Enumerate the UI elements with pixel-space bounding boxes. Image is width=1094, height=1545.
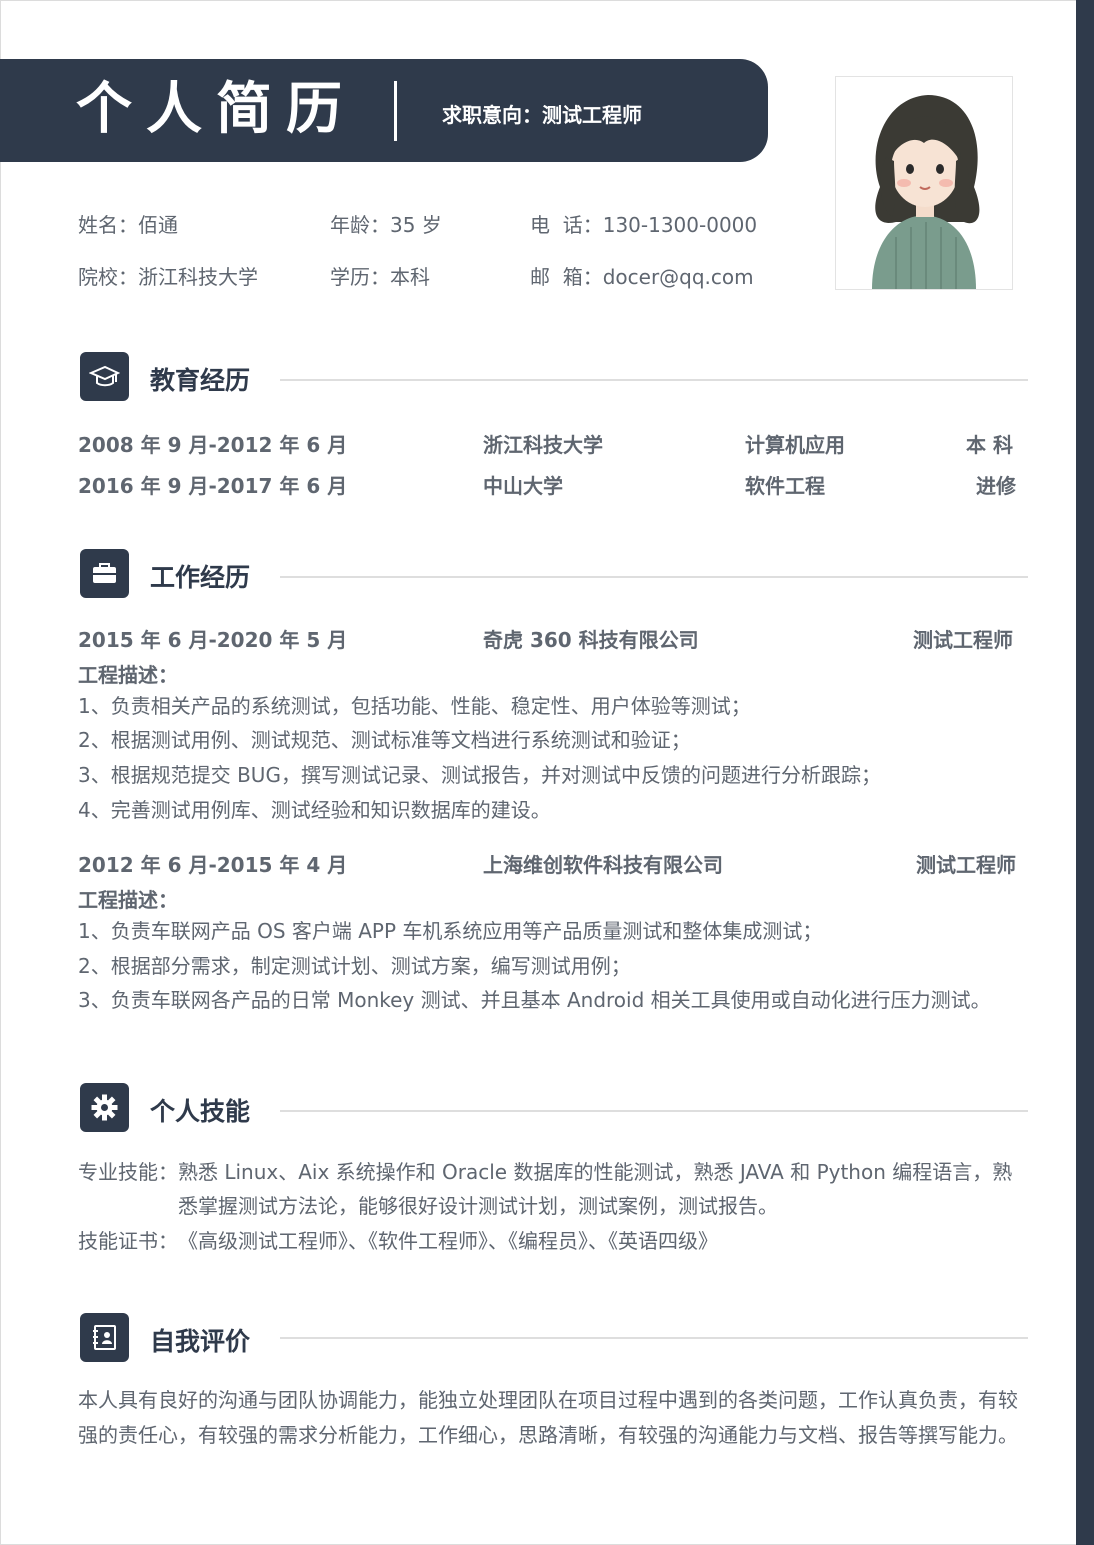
job-desc-item: 4、完善测试用例库、测试经验和知识数据库的建设。 (78, 798, 551, 822)
skill-cert-value: 《高级测试工程师》、《软件工程师》、《编程员》、《英语四级》 (178, 1229, 718, 1253)
section-title-work: 工作经历 (150, 563, 251, 592)
job-desc-label: 工程描述： (78, 888, 178, 912)
job-desc-item: 3、根据规范提交 BUG，撰写测试记录、测试报告，并对测试中反馈的问题进行分析跟… (78, 763, 881, 787)
job-position: 测试工程师 (913, 628, 1013, 652)
avatar-illustration (872, 95, 980, 289)
job-period: 2012 年 6 月-2015 年 4 月 (78, 853, 348, 877)
job-desc-item: 3、负责车联网各产品的日常 Monkey 测试、并且基本 Android 相关工… (78, 988, 991, 1012)
edu-school: 浙江科技大学 (483, 433, 603, 457)
job-desc-label: 工程描述： (78, 663, 178, 687)
info-school: 院校：浙江科技大学 (78, 265, 258, 289)
briefcase-icon (80, 549, 129, 598)
section-title-education: 教育经历 (150, 366, 251, 395)
job-intent: 求职意向：测试工程师 (442, 103, 642, 127)
section-divider (280, 1337, 1028, 1339)
info-phone: 电 话：130-1300-0000 (530, 213, 758, 237)
job-company: 上海维创软件科技有限公司 (483, 853, 723, 877)
edu-degree: 本 科 (966, 433, 1013, 457)
info-email: 邮 箱：docer@qq.com (530, 265, 754, 289)
job-period: 2015 年 6 月-2020 年 5 月 (78, 628, 348, 652)
notebook-icon (80, 1313, 129, 1362)
self-eval-text: 本人具有良好的沟通与团队协调能力，能独立处理团队在项目过程中遇到的各类问题，工作… (78, 1388, 1018, 1447)
header-divider (394, 81, 397, 141)
section-divider (280, 576, 1028, 578)
skill-pro-line: 悉掌握测试方法论，能够很好设计测试计划，测试案例，测试报告。 (178, 1194, 778, 1218)
skill-cert-label: 技能证书： (78, 1229, 178, 1253)
edu-period: 2008 年 9 月-2012 年 6 月 (78, 433, 348, 457)
section-divider (280, 1110, 1028, 1112)
resume-title: 个人简历 (76, 77, 356, 142)
job-desc-item: 1、负责车联网产品 OS 客户端 APP 车机系统应用等产品质量测试和整体集成测… (78, 919, 823, 943)
edu-school: 中山大学 (483, 474, 563, 498)
avatar (835, 76, 1013, 290)
info-degree: 学历：本科 (330, 265, 430, 289)
edu-major: 计算机应用 (745, 433, 845, 457)
job-desc-item: 2、根据部分需求，制定测试计划、测试方案，编写测试用例； (78, 954, 631, 978)
skill-pro-line: 熟悉 Linux、Aix 系统操作和 Oracle 数据库的性能测试，熟悉 JA… (178, 1160, 1013, 1184)
edu-degree: 进修 (976, 474, 1016, 498)
section-divider (280, 379, 1028, 381)
job-desc-item: 2、根据测试用例、测试规范、测试标准等文档进行系统测试和验证； (78, 728, 691, 752)
edu-major: 软件工程 (745, 474, 825, 498)
graduation-cap-icon (80, 352, 129, 401)
section-title-skills: 个人技能 (150, 1097, 251, 1126)
job-desc-item: 1、负责相关产品的系统测试，包括功能、性能、稳定性、用户体验等测试； (78, 694, 751, 718)
job-company: 奇虎 360 科技有限公司 (483, 628, 699, 652)
gear-icon (80, 1083, 129, 1132)
right-accent-bar (1076, 0, 1094, 1545)
section-title-self-eval: 自我评价 (150, 1327, 251, 1356)
edu-period: 2016 年 9 月-2017 年 6 月 (78, 474, 348, 498)
job-position: 测试工程师 (916, 853, 1016, 877)
skill-pro-label: 专业技能： (78, 1160, 178, 1184)
info-age: 年龄：35 岁 (330, 213, 442, 237)
info-name: 姓名：佰通 (78, 213, 178, 237)
header-banner: 个人简历 求职意向：测试工程师 (0, 59, 768, 162)
